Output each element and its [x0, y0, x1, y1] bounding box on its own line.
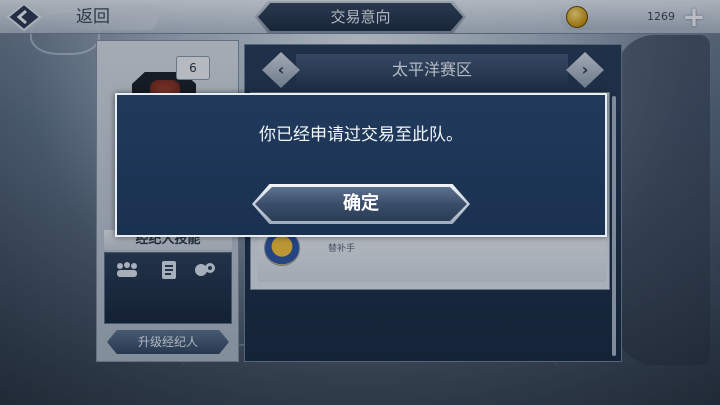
confirm-button[interactable]: 确定	[255, 187, 467, 221]
alert-message: 你已经申请过交易至此队。	[259, 125, 463, 145]
